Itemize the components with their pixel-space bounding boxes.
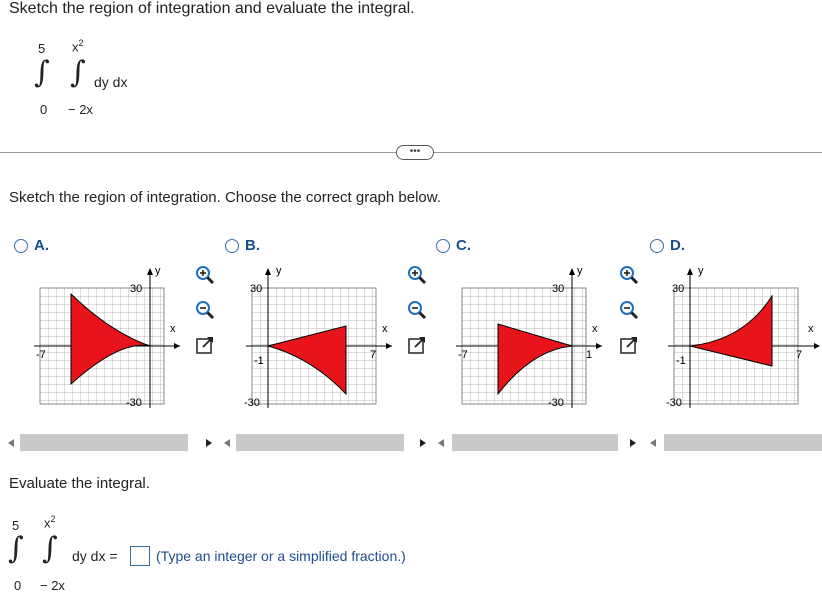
option-b-radio[interactable] <box>225 239 239 253</box>
scroll-left-arrow-d[interactable] <box>646 434 660 451</box>
scrollbar-track-b[interactable] <box>236 434 404 451</box>
answer-input[interactable] <box>130 546 150 566</box>
option-d-label: D. <box>670 237 685 254</box>
graph-d-ytick-top: 30 <box>672 283 684 295</box>
graph-b-ylabel: y <box>276 265 282 277</box>
graph-b-tools <box>406 264 428 361</box>
answer-equals: dy dx = <box>72 548 118 564</box>
graph-c-ytick-top: 30 <box>552 283 564 295</box>
zoom-out-icon[interactable] <box>618 299 640 321</box>
scroll-right-arrow-b[interactable] <box>416 434 430 451</box>
outer-lower-limit: 0 <box>40 102 48 117</box>
integral-expression-top: 5 x2 ∫ ∫ dy dx 0 − 2x <box>30 36 160 117</box>
more-button[interactable]: ••• <box>396 145 434 160</box>
graph-d-xtick: 7 <box>796 349 802 361</box>
option-b-label: B. <box>245 237 260 254</box>
graph-a-xlabel: x <box>170 323 176 335</box>
outer-integral-sign-2: ∫ <box>8 531 24 566</box>
option-a-radio[interactable] <box>14 239 28 253</box>
part1-instruction: Sketch the region of integration. Choose… <box>9 189 441 206</box>
graph-option-a[interactable]: y x 30 -30 -7 <box>30 260 190 410</box>
graph-option-d[interactable]: y x 30 -30 -1 7 <box>664 260 822 410</box>
graph-a-xtick: -7 <box>36 349 46 361</box>
differentials: dy dx <box>94 74 128 90</box>
option-c-label: C. <box>456 237 471 254</box>
scroll-right-arrow-c[interactable] <box>626 434 640 451</box>
inner-integral-sign: ∫ <box>70 55 86 90</box>
zoom-out-icon[interactable] <box>194 299 216 321</box>
option-c-radio[interactable] <box>436 239 450 253</box>
outer-upper-limit: 5 <box>38 41 46 56</box>
graph-d-ytick-bottom: -30 <box>666 397 682 409</box>
graph-a-tools <box>194 264 216 361</box>
answer-hint: (Type an integer or a simplified fractio… <box>156 548 406 564</box>
expand-icon[interactable] <box>194 334 216 356</box>
integral-expression-bottom: 5 x2 ∫ ∫ dy dx = (Type an integer or a s… <box>6 510 466 600</box>
graph-b-xtick-left: -1 <box>254 355 264 367</box>
option-a-label: A. <box>34 237 49 254</box>
expand-icon[interactable] <box>406 334 428 356</box>
scroll-right-arrow-a[interactable] <box>202 434 216 451</box>
part2-instruction: Evaluate the integral. <box>9 475 150 492</box>
scrollbar-track-d[interactable] <box>664 434 822 451</box>
graph-a-ytick-top: 30 <box>130 283 142 295</box>
zoom-out-icon[interactable] <box>406 299 428 321</box>
scrollbar-track-a[interactable] <box>20 434 188 451</box>
scroll-left-arrow-a[interactable] <box>4 434 18 451</box>
graph-b-ytick-top: 30 <box>250 283 262 295</box>
graph-c-xtick: -7 <box>458 349 468 361</box>
graph-c-xlabel: x <box>592 323 598 335</box>
zoom-in-icon[interactable] <box>406 264 428 286</box>
expand-icon[interactable] <box>618 334 640 356</box>
graph-c-ylabel: y <box>577 265 583 277</box>
graph-d-xtick-left: -1 <box>676 355 686 367</box>
inner-lower-limit: − 2x <box>68 102 93 117</box>
graph-c-tools <box>618 264 640 361</box>
inner-upper-limit-2: x2 <box>44 514 56 531</box>
option-d[interactable]: D. <box>650 236 695 256</box>
graph-a-ylabel: y <box>155 265 161 277</box>
outer-integral-sign: ∫ <box>34 55 50 90</box>
graph-d-ylabel: y <box>698 265 704 277</box>
option-c[interactable]: C. <box>436 236 481 256</box>
option-d-radio[interactable] <box>650 239 664 253</box>
zoom-in-icon[interactable] <box>194 264 216 286</box>
option-b[interactable]: B. <box>225 236 270 256</box>
scroll-left-arrow-b[interactable] <box>220 434 234 451</box>
graph-c-xtick-right: 1 <box>586 349 592 361</box>
scroll-left-arrow-c[interactable] <box>434 434 448 451</box>
inner-lower-limit-2: − 2x <box>40 578 65 593</box>
outer-lower-limit-2: 0 <box>14 578 22 593</box>
graph-c-ytick-bottom: -30 <box>548 397 564 409</box>
graph-b-xlabel: x <box>382 323 388 335</box>
graph-d-xlabel: x <box>808 323 814 335</box>
scrollbar-track-c[interactable] <box>452 434 618 451</box>
graph-option-b[interactable]: y x 30 -30 -1 7 <box>242 260 402 410</box>
graph-a-ytick-bottom: -30 <box>126 397 142 409</box>
inner-upper-limit: x2 <box>72 38 84 55</box>
zoom-in-icon[interactable] <box>618 264 640 286</box>
question-prompt: Sketch the region of integration and eva… <box>9 0 415 17</box>
graph-option-c[interactable]: y x 30 -30 -7 1 <box>452 260 612 410</box>
inner-integral-sign-2: ∫ <box>42 531 58 566</box>
graph-b-ytick-bottom: -30 <box>244 397 260 409</box>
graph-b-xtick: 7 <box>370 349 376 361</box>
option-a[interactable]: A. <box>14 236 59 256</box>
